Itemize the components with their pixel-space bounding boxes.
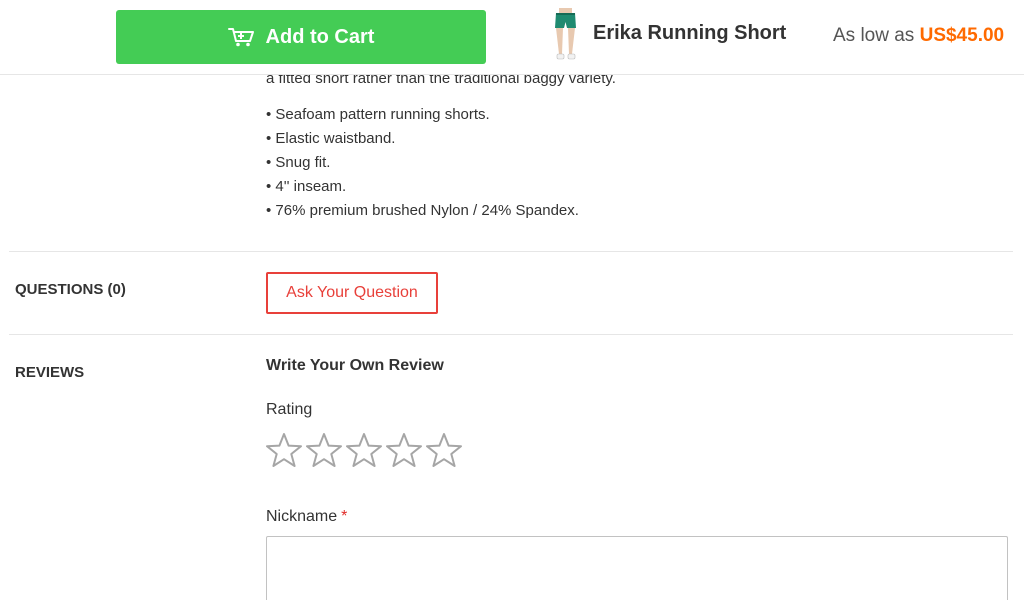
reviews-heading: REVIEWS (15, 364, 85, 381)
section-divider (9, 251, 1013, 252)
write-review-title: Write Your Own Review (266, 357, 444, 374)
feature-item: • 4'' inseam. (266, 178, 347, 195)
star-outline-icon[interactable] (426, 432, 462, 468)
price-prefix: As low as (833, 25, 915, 46)
feature-item: • Snug fit. (266, 154, 331, 171)
rating-label: Rating (266, 401, 313, 418)
nickname-label-text: Nickname (266, 508, 338, 525)
nickname-input[interactable] (266, 536, 1008, 600)
product-price: US$45.00 (919, 25, 1005, 46)
feature-item: • Elastic waistband. (266, 130, 396, 147)
price-box: As low as US$45.00 (833, 25, 1004, 47)
star-outline-icon[interactable] (306, 432, 342, 468)
feature-item: • 76% premium brushed Nylon / 24% Spande… (266, 202, 579, 219)
section-divider (9, 334, 1013, 335)
nickname-label: Nickname * (266, 508, 347, 526)
star-outline-icon[interactable] (266, 432, 302, 468)
add-to-cart-label: Add to Cart (265, 25, 375, 48)
add-to-cart-button[interactable]: Add to Cart (116, 10, 486, 64)
cart-icon (227, 27, 256, 47)
product-name: Erika Running Short (593, 22, 787, 44)
feature-list: • Seafoam pattern running shorts. • Elas… (266, 103, 579, 223)
star-outline-icon[interactable] (346, 432, 382, 468)
sticky-add-to-cart-bar: Add to Cart Erika Running Short As low a… (0, 0, 1024, 75)
ask-question-button[interactable]: Ask Your Question (266, 272, 438, 314)
star-outline-icon[interactable] (386, 432, 422, 468)
required-mark: * (341, 508, 348, 525)
feature-item: • Seafoam pattern running shorts. (266, 106, 490, 123)
questions-heading: QUESTIONS (0) (15, 281, 126, 298)
product-thumbnail (548, 8, 582, 64)
rating-stars (266, 432, 466, 468)
